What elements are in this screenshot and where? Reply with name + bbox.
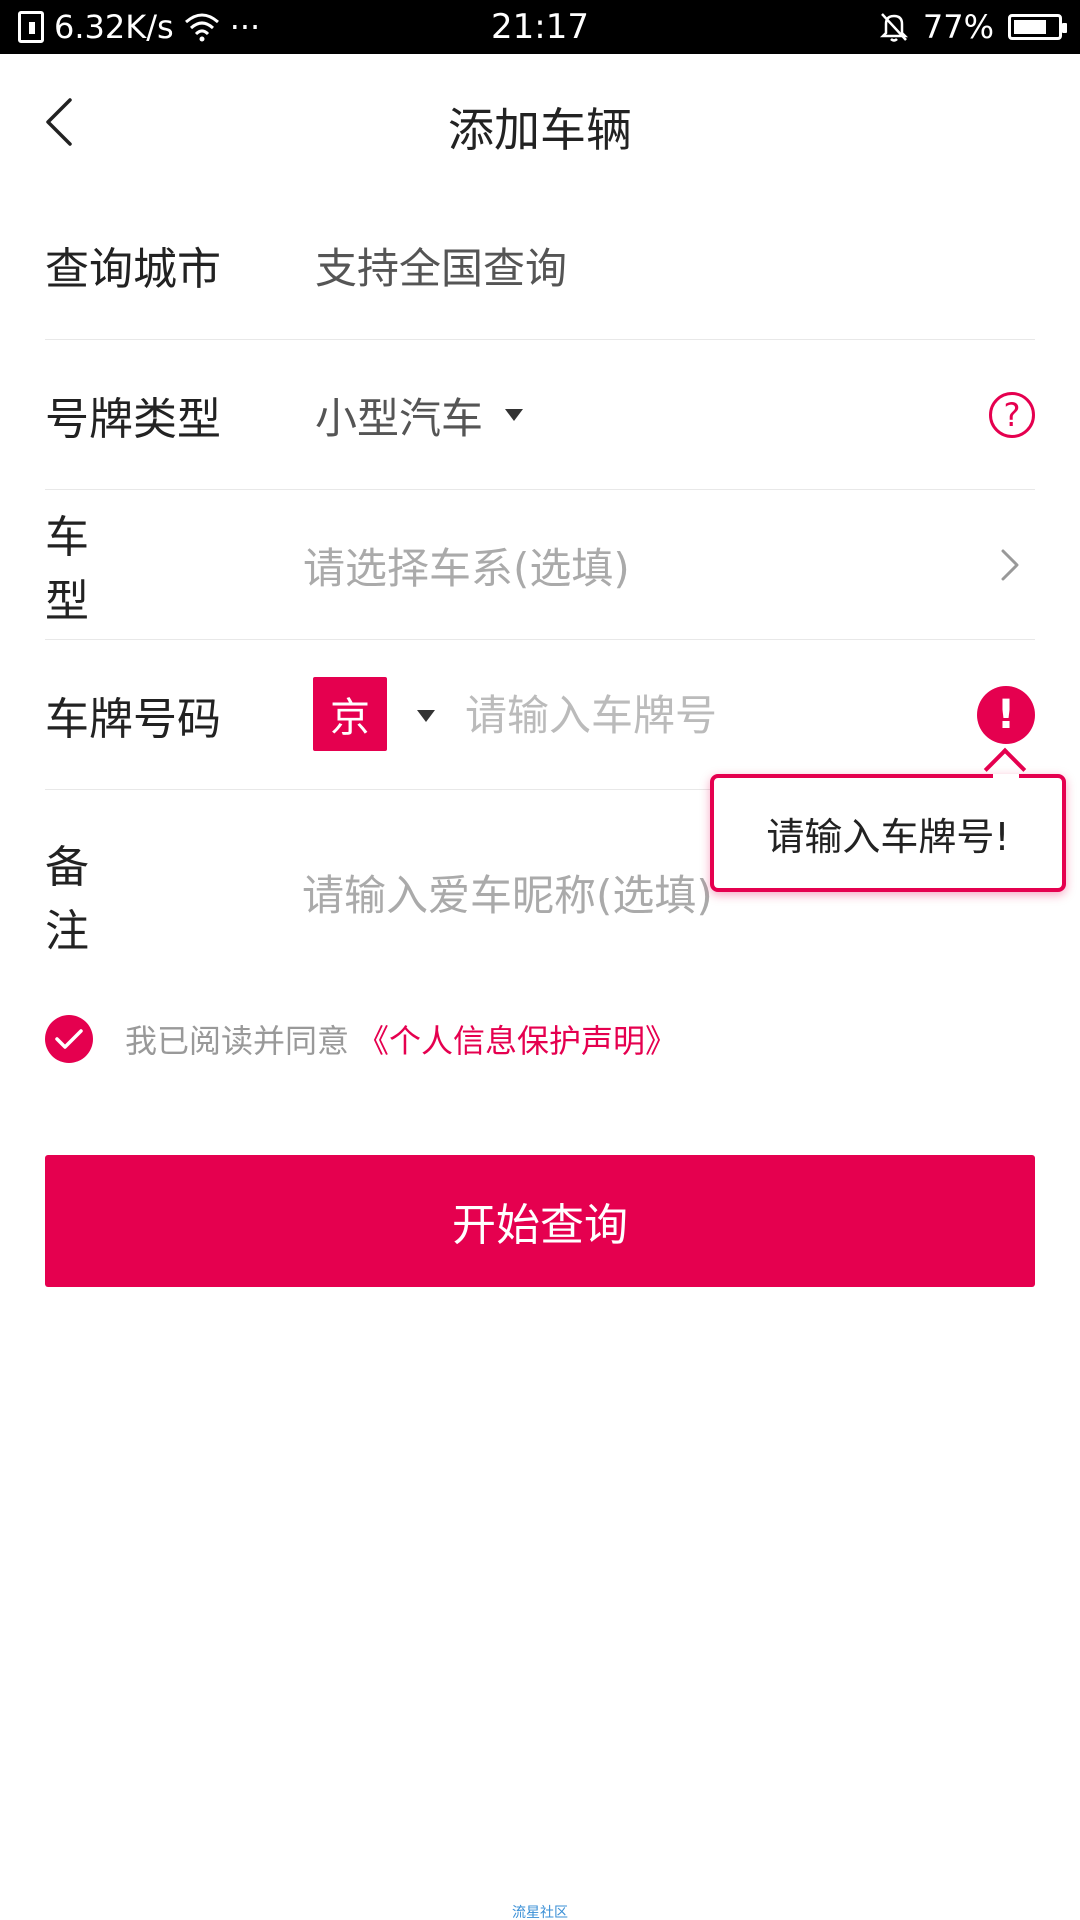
- remark-label: 备注: [45, 820, 265, 970]
- agreement-text: 我已阅读并同意: [125, 1022, 350, 1060]
- status-bar: 6.32K/s ··· 21:17 77%: [0, 0, 1080, 54]
- error-tooltip: 请输入车牌号!: [710, 774, 1066, 892]
- question-circle-icon[interactable]: ?: [989, 392, 1035, 438]
- status-right: 77%: [879, 0, 1067, 54]
- agreement-row: 我已阅读并同意 《个人信息保护声明》: [45, 1014, 677, 1064]
- province-select-button[interactable]: 京: [313, 677, 387, 751]
- page-header: 添加车辆: [0, 54, 1080, 189]
- tooltip-message: 请输入车牌号!: [766, 814, 1010, 859]
- remark-label-text: 备注: [45, 842, 183, 957]
- city-row[interactable]: 查询城市 支持全国查询: [45, 190, 1035, 340]
- chevron-right-icon: [1001, 549, 1019, 581]
- error-exclamation-icon: !: [977, 686, 1035, 744]
- battery-icon: [1008, 14, 1067, 40]
- plate-type-value: 小型汽车: [315, 393, 484, 443]
- bell-muted-icon: [879, 13, 908, 42]
- checkbox-checked-icon[interactable]: [45, 1015, 93, 1063]
- tooltip-arrow-mask: [993, 774, 1019, 782]
- vehicle-model-label-text: 车型: [45, 512, 183, 627]
- caret-down-icon: [417, 710, 435, 722]
- caret-down-icon: [505, 409, 524, 421]
- watermark: 流星社区: [512, 1905, 568, 1920]
- vehicle-model-placeholder: 请选择车系(选填): [303, 543, 630, 593]
- start-query-button[interactable]: 开始查询: [45, 1155, 1035, 1287]
- battery-percent: 77%: [922, 8, 994, 46]
- plate-type-select[interactable]: 小型汽车: [315, 340, 524, 490]
- plate-number-row: 车牌号码 京 !: [45, 640, 1035, 790]
- vehicle-model-label: 车型: [45, 490, 265, 640]
- plate-number-label: 车牌号码: [45, 694, 221, 745]
- privacy-statement-link[interactable]: 《个人信息保护声明》: [357, 1016, 677, 1062]
- plate-type-label: 号牌类型: [45, 394, 221, 445]
- vehicle-model-row[interactable]: 车型 请选择车系(选填): [45, 490, 1035, 640]
- page-title: 添加车辆: [448, 103, 632, 157]
- city-label: 查询城市: [45, 244, 221, 295]
- plate-number-input[interactable]: [465, 685, 945, 745]
- checkmark-icon: [55, 1029, 83, 1049]
- battery-level: [1014, 20, 1046, 34]
- plate-type-row: 号牌类型 小型汽车 ?: [45, 340, 1035, 490]
- city-value: 支持全国查询: [315, 243, 568, 293]
